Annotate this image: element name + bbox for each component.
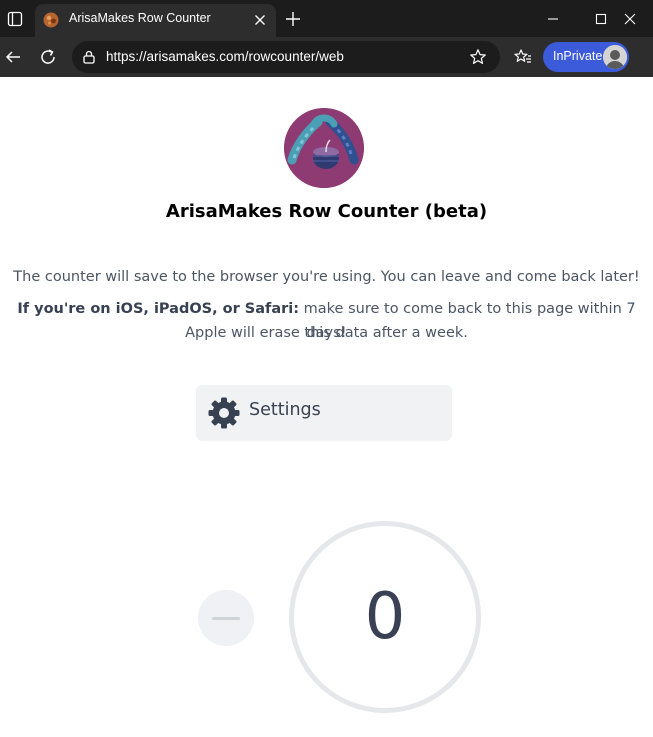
close-icon — [624, 13, 636, 24]
counter-button[interactable]: 0 — [289, 521, 481, 713]
refresh-button[interactable] — [35, 44, 61, 70]
ios-notice-line2: Apple will erase this data after a week. — [185, 325, 468, 341]
back-button[interactable] — [0, 44, 26, 70]
gear-icon — [207, 396, 241, 430]
url-text[interactable]: https://arisamakes.com/rowcounter/web — [106, 49, 344, 64]
minus-icon — [212, 616, 240, 620]
ios-notice-bold: If you're on iOS, iPadOS, or Safari: — [17, 301, 300, 317]
settings-label: Settings — [249, 400, 321, 420]
yarn-logo-icon — [284, 108, 364, 188]
title-bar: ArisaMakes Row Counter — [0, 0, 653, 37]
tab-title: ArisaMakes Row Counter — [69, 11, 211, 25]
minimize-button[interactable] — [530, 0, 576, 37]
tab-actions-icon[interactable] — [0, 0, 30, 37]
inprivate-label: InPrivate — [553, 49, 603, 63]
inprivate-profile-button[interactable]: InPrivate — [543, 42, 629, 72]
refresh-icon — [41, 49, 55, 64]
plus-icon — [286, 12, 300, 26]
browser-toolbar: https://arisamakes.com/rowcounter/web In… — [0, 37, 653, 77]
save-notice: The counter will save to the browser you… — [13, 269, 640, 285]
lock-icon[interactable] — [81, 49, 97, 65]
favorites-button[interactable] — [510, 44, 536, 70]
page-content: ArisaMakes Row Counter (beta) The counte… — [0, 77, 653, 737]
favorites-icon — [514, 49, 531, 63]
settings-button[interactable]: Settings — [196, 385, 452, 441]
maximize-icon — [595, 13, 607, 24]
counter-value: 0 — [364, 580, 406, 654]
close-window-button[interactable] — [607, 0, 653, 37]
close-icon[interactable] — [251, 11, 269, 29]
browser-tab[interactable]: ArisaMakes Row Counter — [35, 4, 276, 37]
favicon-icon — [43, 12, 59, 28]
decrement-button[interactable] — [198, 590, 254, 646]
new-tab-button[interactable] — [282, 8, 304, 30]
minimize-icon — [548, 17, 558, 20]
back-arrow-icon — [5, 51, 20, 63]
page-title: ArisaMakes Row Counter (beta) — [165, 201, 488, 222]
avatar — [603, 45, 627, 69]
address-bar[interactable]: https://arisamakes.com/rowcounter/web — [72, 41, 500, 73]
star-icon[interactable] — [469, 48, 487, 66]
